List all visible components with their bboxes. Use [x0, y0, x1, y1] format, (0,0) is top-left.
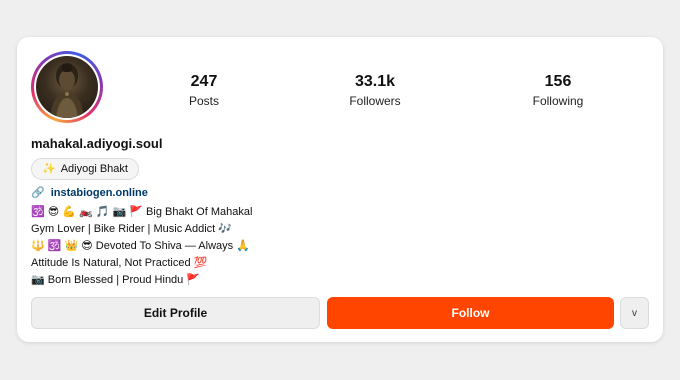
- followers-count: 33.1k: [354, 73, 396, 90]
- chevron-down-icon: v: [632, 307, 637, 319]
- bio: 🕉️ 😎 💪 🏍️ 🎵 📷 🚩 Big Bhakt Of Mahakal Gym…: [31, 204, 252, 289]
- bio-line: Gym Lover | Bike Rider | Music Addict 🎶: [31, 223, 232, 235]
- follow-button[interactable]: Follow: [327, 297, 614, 329]
- sparkles-icon: ✨: [42, 163, 56, 175]
- following-label: Following: [532, 94, 584, 108]
- profile-card: 247 Posts 33.1k Followers 156 Following …: [17, 37, 663, 342]
- profile-stats: 247 Posts 33.1k Followers 156 Following: [17, 73, 663, 113]
- bio-line: 🕉️ 😎 💪 🏍️ 🎵 📷 🚩 Big Bhakt Of Mahakal: [31, 206, 253, 218]
- bio-line: Attitude Is Natural, Not Practiced 💯: [31, 257, 208, 269]
- badge-label: Adiyogi Bhakt: [60, 163, 128, 175]
- bio-line: 🔱 🕉️ 👑 😎 Devoted To Shiva — Always 🙏: [31, 240, 250, 252]
- edit-profile-button[interactable]: Edit Profile: [31, 297, 320, 329]
- posts-stat[interactable]: 247 Posts: [144, 73, 264, 108]
- bio-line: 📷 Born Blessed | Proud Hindu 🚩: [31, 274, 201, 286]
- profile-link[interactable]: instabiogen.online: [51, 187, 148, 199]
- more-options-button[interactable]: v: [620, 297, 649, 329]
- link-icon: 🔗: [31, 187, 45, 199]
- posts-label: Posts: [188, 94, 219, 108]
- posts-count: 247: [190, 73, 218, 90]
- username: mahakal.adiyogi.soul: [31, 136, 163, 151]
- profile-badge[interactable]: ✨ Adiyogi Bhakt: [31, 158, 139, 180]
- profile-link-row: 🔗 instabiogen.online: [31, 186, 148, 200]
- followers-label: Followers: [349, 94, 401, 108]
- following-stat[interactable]: 156 Following: [498, 73, 618, 108]
- followers-stat[interactable]: 33.1k Followers: [315, 73, 435, 108]
- following-count: 156: [544, 73, 572, 90]
